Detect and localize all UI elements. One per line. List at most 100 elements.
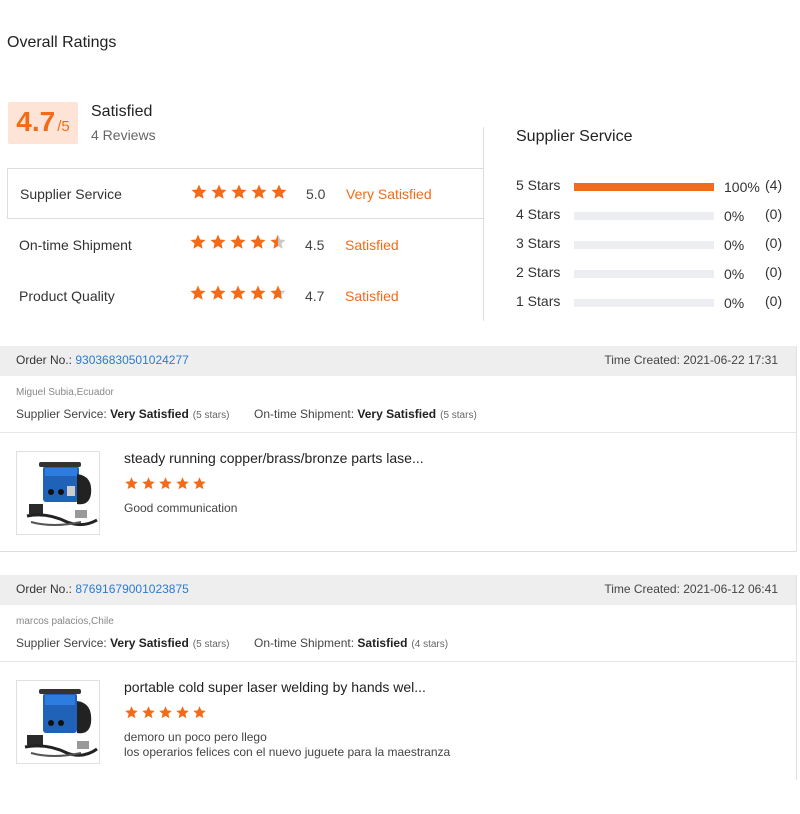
- star-icon: [193, 706, 206, 719]
- distribution-count: (0): [765, 206, 783, 222]
- review-stars: [124, 705, 207, 720]
- product-thumbnail[interactable]: [16, 451, 100, 535]
- star-icon: [230, 234, 246, 249]
- rating-desc: Satisfied: [345, 287, 399, 304]
- distribution-title: Supplier Service: [516, 128, 633, 145]
- order-number-link[interactable]: 87691679001023875: [75, 582, 188, 596]
- shipment-label: On-time Shipment:: [254, 636, 355, 650]
- distribution-percent: 100%: [724, 179, 760, 195]
- review-comment-line: los operarios felices con el nuevo jugue…: [124, 745, 451, 759]
- star-icon: [159, 477, 172, 490]
- distribution-count: (0): [765, 293, 783, 309]
- distribution-label: 4 Stars: [516, 206, 561, 222]
- overall-score-suffix: /5: [57, 118, 70, 135]
- rating-desc: Satisfied: [345, 236, 399, 253]
- shipment-value: Very Satisfied: [357, 407, 437, 421]
- star-icon: [210, 285, 226, 300]
- distribution-count: (4): [765, 177, 783, 193]
- distribution-label: 1 Stars: [516, 293, 561, 309]
- rating-name: On-time Shipment: [19, 236, 132, 253]
- shipment-value: Satisfied: [357, 636, 408, 650]
- distribution-row: 2 Stars 0% (0): [516, 259, 796, 288]
- rating-row-supplier-service[interactable]: Supplier Service 5.0 Very Satisfied: [7, 168, 483, 219]
- distribution-label: 2 Stars: [516, 264, 561, 280]
- star-icon: [231, 184, 247, 199]
- vertical-divider: [483, 127, 484, 321]
- review-comment: demoro un poco pero llego los operarios …: [124, 730, 450, 760]
- supplier-service-label: Supplier Service:: [16, 407, 107, 421]
- distribution-percent: 0%: [724, 295, 745, 311]
- star-icon: [271, 184, 287, 199]
- supplier-service-value: Very Satisfied: [110, 636, 189, 650]
- review-meta: marcos palacios,Chile Supplier Service: …: [0, 605, 796, 662]
- rating-value: 5.0: [306, 185, 326, 202]
- order-number: Order No.: 87691679001023875: [16, 582, 189, 596]
- star-icon: [270, 285, 286, 300]
- supplier-service-stars: (5 stars): [192, 639, 230, 650]
- review-meta: Miguel Subia,Ecuador Supplier Service: V…: [0, 376, 796, 433]
- star-icon: [191, 184, 207, 199]
- star-icon: [190, 234, 206, 249]
- distribution-percent: 0%: [724, 208, 745, 224]
- distribution-bar-fill: [574, 183, 714, 191]
- rating-name: Supplier Service: [20, 185, 122, 202]
- supplier-service-label: Supplier Service:: [16, 636, 107, 650]
- shipment-rating: On-time Shipment: Very Satisfied (5 stars…: [254, 407, 477, 421]
- product-title-link[interactable]: steady running copper/brass/bronze parts…: [124, 450, 424, 466]
- review-comment-line: Good communication: [124, 501, 238, 515]
- overall-label: Satisfied: [91, 103, 153, 120]
- welding-machine-image: [26, 462, 98, 527]
- distribution-bar: [574, 270, 714, 278]
- star-icon: [210, 234, 226, 249]
- review-card: Order No.: 87691679001023875 Time Create…: [0, 575, 797, 780]
- distribution-bar: [574, 241, 714, 249]
- star-icon: [125, 477, 138, 490]
- order-label: Order No.:: [16, 353, 73, 367]
- star-icon: [159, 706, 172, 719]
- star-icon: [125, 706, 138, 719]
- review-body: steady running copper/brass/bronze parts…: [0, 433, 796, 551]
- distribution-percent: 0%: [724, 266, 745, 282]
- distribution-row: 3 Stars 0% (0): [516, 230, 796, 259]
- review-body: portable cold super laser welding by han…: [0, 662, 796, 780]
- time-created: Time Created: 2021-06-12 06:41: [604, 582, 778, 596]
- distribution-row: 1 Stars 0% (0): [516, 288, 796, 317]
- distribution-count: (0): [765, 235, 783, 251]
- star-icon: [251, 184, 267, 199]
- review-count: 4 Reviews: [91, 127, 156, 143]
- rating-value: 4.7: [305, 287, 325, 304]
- star-icon: [142, 706, 155, 719]
- supplier-service-stars: (5 stars): [192, 410, 230, 421]
- rating-stars: [189, 233, 287, 251]
- buyer-name: Miguel Subia,Ecuador: [16, 387, 114, 398]
- distribution-row: 4 Stars 0% (0): [516, 201, 796, 230]
- rating-row-on-time-shipment[interactable]: On-time Shipment 4.5 Satisfied: [7, 219, 483, 270]
- distribution-bar: [574, 299, 714, 307]
- product-thumbnail[interactable]: [16, 680, 100, 764]
- overall-score-badge: 4.7 /5: [8, 102, 78, 144]
- shipment-rating: On-time Shipment: Satisfied (4 stars): [254, 636, 448, 650]
- star-icon: [250, 234, 266, 249]
- shipment-stars: (4 stars): [411, 639, 449, 650]
- order-number-link[interactable]: 93036830501024277: [75, 353, 188, 367]
- distribution-bar: [574, 212, 714, 220]
- product-title-link[interactable]: portable cold super laser welding by han…: [124, 679, 426, 695]
- star-icon: [142, 477, 155, 490]
- shipment-stars: (5 stars): [440, 410, 477, 421]
- distribution-label: 5 Stars: [516, 177, 561, 193]
- order-label: Order No.:: [16, 582, 73, 596]
- supplier-service-rating: Supplier Service: Very Satisfied (5 stars…: [16, 636, 229, 650]
- review-comment: Good communication: [124, 501, 237, 516]
- review-header: Order No.: 93036830501024277 Time Create…: [0, 346, 796, 376]
- star-icon: [230, 285, 246, 300]
- shipment-label: On-time Shipment:: [254, 407, 355, 421]
- star-icon: [211, 184, 227, 199]
- time-created: Time Created: 2021-06-22 17:31: [604, 353, 778, 367]
- rating-table: Supplier Service 5.0 Very Satisfied On-t…: [7, 168, 483, 321]
- rating-row-product-quality[interactable]: Product Quality 4.7 Satisfied: [7, 270, 483, 321]
- star-icon: [193, 477, 206, 490]
- supplier-service-value: Very Satisfied: [110, 407, 189, 421]
- review-stars: [124, 476, 207, 491]
- rating-stars: [189, 284, 287, 302]
- star-icon: [176, 706, 189, 719]
